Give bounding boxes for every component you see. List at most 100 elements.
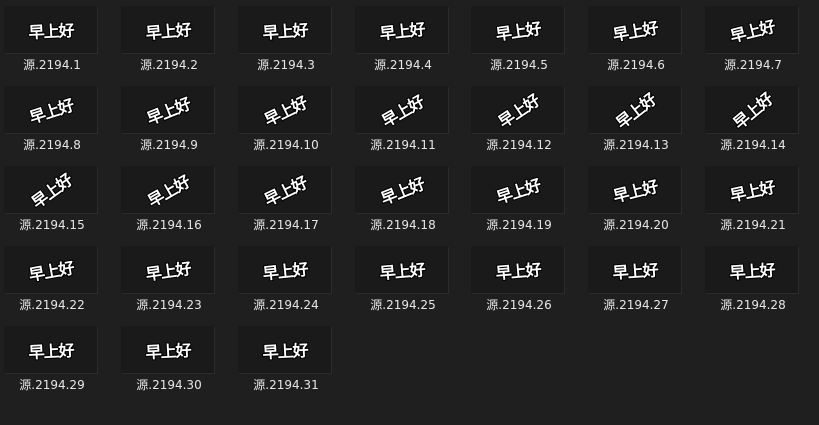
file-thumbnail[interactable]: 早上好 xyxy=(355,86,448,133)
file-thumbnail[interactable]: 早上好 xyxy=(705,6,798,53)
file-thumbnail[interactable]: 早上好 xyxy=(121,326,214,373)
file-thumbnail[interactable]: 早上好 xyxy=(588,246,681,293)
thumbnail-text: 早上好 xyxy=(261,259,309,283)
file-thumbnail[interactable]: 早上好 xyxy=(238,326,331,373)
file-thumbnail-grid: 早上好 源.2194.1 早上好 源.2194.2 早上好 源.2194.3 早上好 源.21… xyxy=(0,0,819,425)
file-item[interactable]: 早上好源.2194.26 xyxy=(471,244,567,318)
file-item[interactable]: 早上好源.2194.22 xyxy=(4,244,100,318)
file-thumbnail[interactable]: 早上好 xyxy=(705,166,798,213)
file-name-label: 源.2194.26 xyxy=(486,298,552,312)
file-thumbnail[interactable]: 早上好 xyxy=(4,86,97,133)
thumbnail-text: 早上好 xyxy=(610,17,659,45)
file-thumbnail[interactable]: 早上好 xyxy=(121,166,214,213)
file-thumbnail[interactable]: 早上好 xyxy=(588,6,681,53)
thumbnail-text: 早上好 xyxy=(378,259,425,283)
thumbnail-text: 早上好 xyxy=(26,94,76,127)
file-name-label: 源.2194.14 xyxy=(720,138,786,152)
file-thumbnail[interactable]: 早上好 xyxy=(471,86,564,133)
file-name-label: 源.2194.5 xyxy=(490,58,548,72)
file-item[interactable]: 早上好源.2194.13 xyxy=(588,84,684,158)
thumbnail-text: 早上好 xyxy=(378,91,427,131)
thumbnail-text: 早上好 xyxy=(144,171,193,211)
file-item[interactable]: 早上好 源.2194.10 xyxy=(238,84,334,158)
file-name-label: 源.2194.9 xyxy=(140,138,198,152)
file-item[interactable]: 早上好 源.2194.27 xyxy=(588,244,684,318)
file-item[interactable]: 早上好 源.2194.11 xyxy=(355,84,451,158)
file-item[interactable]: 早上好源.2194.30 xyxy=(121,324,217,398)
file-item[interactable]: 早上好 源.2194.20 xyxy=(588,164,684,238)
file-name-label: 源.2194.13 xyxy=(603,138,669,152)
file-name-label: 源.2194.24 xyxy=(253,298,319,312)
file-thumbnail[interactable]: 早上好 xyxy=(238,6,331,53)
file-item[interactable]: 早上好 源.2194.29 xyxy=(4,324,100,398)
file-name-label: 源.2194.25 xyxy=(370,298,436,312)
thumbnail-text: 早上好 xyxy=(27,20,74,42)
file-item[interactable]: 早上好 源.2194.18 xyxy=(355,164,451,238)
file-item[interactable]: 早上好源.2194.15 xyxy=(4,164,100,238)
file-thumbnail[interactable]: 早上好 xyxy=(238,246,331,293)
file-name-label: 源.2194.31 xyxy=(253,378,319,392)
file-item[interactable]: 早上好源.2194.5 xyxy=(471,4,567,78)
file-item[interactable]: 早上好 源.2194.19 xyxy=(471,164,567,238)
file-item[interactable]: 早上好 源.2194.7 xyxy=(705,4,801,78)
file-thumbnail[interactable]: 早上好 xyxy=(4,166,97,213)
file-thumbnail[interactable]: 早上好 xyxy=(121,246,214,293)
file-item[interactable]: 早上好源.2194.8 xyxy=(4,84,100,158)
file-item[interactable]: 早上好源.2194.3 xyxy=(238,4,334,78)
file-item[interactable]: 早上好源.2194.16 xyxy=(121,164,217,238)
thumbnail-text: 早上好 xyxy=(728,259,775,283)
file-item[interactable]: 早上好源.2194.31 xyxy=(238,324,334,398)
file-name-label: 源.2194.23 xyxy=(136,298,202,312)
file-thumbnail[interactable]: 早上好 xyxy=(121,86,214,133)
file-item[interactable]: 早上好源.2194.4 xyxy=(355,4,451,78)
file-name-label: 源.2194.22 xyxy=(19,298,85,312)
file-item[interactable]: 早上好源.2194.14 xyxy=(705,84,801,158)
thumbnail-text: 早上好 xyxy=(144,258,192,284)
thumbnail-text: 早上好 xyxy=(494,90,543,132)
file-thumbnail[interactable]: 早上好 xyxy=(4,6,97,53)
thumbnail-text: 早上好 xyxy=(727,176,776,205)
file-name-label: 源.2194.15 xyxy=(19,218,85,232)
file-thumbnail[interactable]: 早上好 xyxy=(705,246,798,293)
file-name-label: 源.2194.16 xyxy=(136,218,202,232)
file-thumbnail[interactable]: 早上好 xyxy=(355,166,448,213)
thumbnail-text: 早上好 xyxy=(611,89,660,133)
thumbnail-text: 早上好 xyxy=(493,174,543,207)
file-thumbnail[interactable]: 早上好 xyxy=(355,6,448,53)
file-name-label: 源.2194.3 xyxy=(257,58,315,72)
thumbnail-text: 早上好 xyxy=(27,169,76,212)
file-thumbnail[interactable]: 早上好 xyxy=(238,86,331,133)
file-thumbnail[interactable]: 早上好 xyxy=(705,86,798,133)
file-thumbnail[interactable]: 早上好 xyxy=(121,6,214,53)
file-item[interactable]: 早上好源.2194.12 xyxy=(471,84,567,158)
file-thumbnail[interactable]: 早上好 xyxy=(588,86,681,133)
file-item[interactable]: 早上好源.2194.23 xyxy=(121,244,217,318)
file-item[interactable]: 早上好源.2194.9 xyxy=(121,84,217,158)
file-thumbnail[interactable]: 早上好 xyxy=(4,246,97,293)
thumbnail-text: 早上好 xyxy=(494,18,542,44)
file-thumbnail[interactable]: 早上好 xyxy=(4,326,97,373)
file-item[interactable]: 早上好 源.2194.6 xyxy=(588,4,684,78)
thumbnail-text: 早上好 xyxy=(261,340,308,362)
file-item[interactable]: 早上好源.2194.17 xyxy=(238,164,334,238)
file-name-label: 源.2194.28 xyxy=(720,298,786,312)
file-name-label: 源.2194.4 xyxy=(374,58,432,72)
file-item[interactable]: 早上好 源.2194.2 xyxy=(121,4,217,78)
file-name-label: 源.2194.30 xyxy=(136,378,202,392)
file-item[interactable]: 早上好源.2194.28 xyxy=(705,244,801,318)
file-name-label: 源.2194.17 xyxy=(253,218,319,232)
file-thumbnail[interactable]: 早上好 xyxy=(588,166,681,213)
file-item[interactable]: 早上好源.2194.24 xyxy=(238,244,334,318)
file-thumbnail[interactable]: 早上好 xyxy=(471,6,564,53)
file-thumbnail[interactable]: 早上好 xyxy=(355,246,448,293)
file-thumbnail[interactable]: 早上好 xyxy=(471,246,564,293)
file-name-label: 源.2194.12 xyxy=(486,138,552,152)
file-item[interactable]: 早上好 源.2194.1 xyxy=(4,4,100,78)
file-item[interactable]: 早上好源.2194.25 xyxy=(355,244,451,318)
file-thumbnail[interactable]: 早上好 xyxy=(238,166,331,213)
file-thumbnail[interactable]: 早上好 xyxy=(471,166,564,213)
file-item[interactable]: 早上好 源.2194.21 xyxy=(705,164,801,238)
file-name-label: 源.2194.8 xyxy=(23,138,81,152)
thumbnail-text: 早上好 xyxy=(144,340,191,362)
thumbnail-text: 早上好 xyxy=(611,259,658,283)
